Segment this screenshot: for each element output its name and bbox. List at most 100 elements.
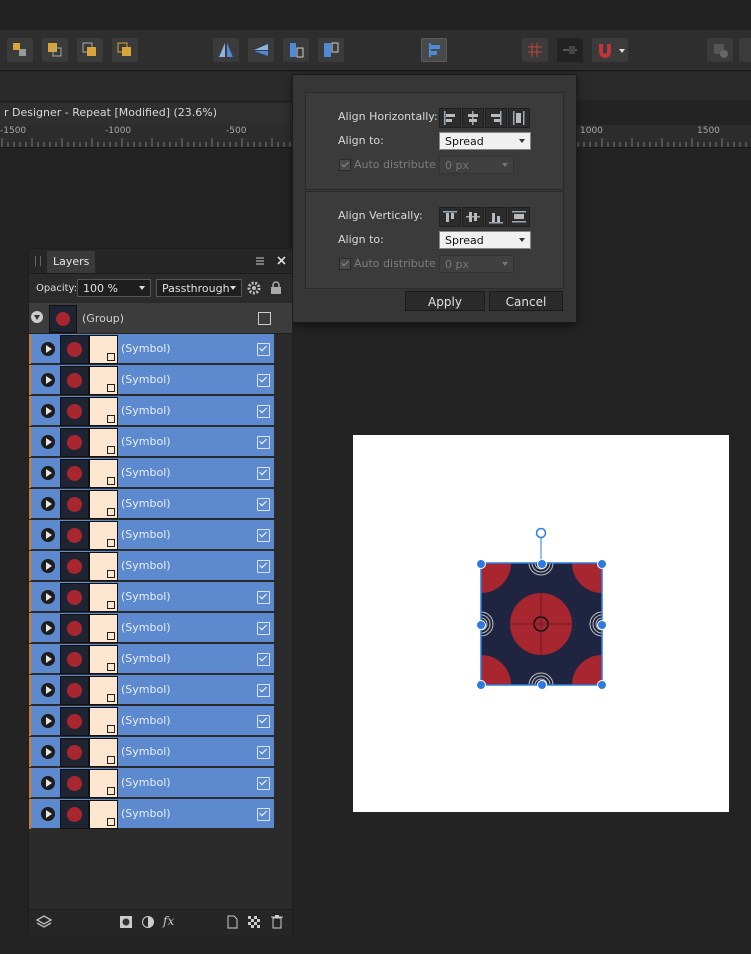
layer-row[interactable]: (Symbol) <box>29 334 274 364</box>
spacing-horizontal-select[interactable]: 0 px <box>439 156 514 174</box>
layer-row[interactable]: (Symbol) <box>29 489 274 519</box>
arrange-backward-icon[interactable] <box>42 38 68 62</box>
visibility-checkbox[interactable] <box>257 746 270 759</box>
expand-icon[interactable] <box>41 621 55 635</box>
spacing-vertical-select[interactable]: 0 px <box>439 255 514 273</box>
distribute-vertical-icon[interactable] <box>508 207 530 227</box>
arrange-forward-icon[interactable] <box>77 38 103 62</box>
visibility-checkbox[interactable] <box>257 622 270 635</box>
gear-icon[interactable] <box>247 281 261 295</box>
resize-handle[interactable] <box>476 680 486 690</box>
align-bottom-icon[interactable] <box>485 207 507 227</box>
visibility-checkbox[interactable] <box>257 436 270 449</box>
fx-icon[interactable]: fx <box>163 914 174 928</box>
visibility-checkbox[interactable] <box>257 777 270 790</box>
expand-icon[interactable] <box>41 373 55 387</box>
adjustment-icon[interactable] <box>141 915 155 929</box>
add-document-icon[interactable] <box>707 38 733 62</box>
align-center-icon[interactable] <box>462 108 484 128</box>
snapping-magnet-icon[interactable] <box>592 38 628 62</box>
snapping-grid-icon[interactable] <box>522 38 548 62</box>
resize-handle[interactable] <box>476 620 486 630</box>
layer-row[interactable]: (Symbol) <box>29 551 274 581</box>
visibility-checkbox[interactable] <box>257 498 270 511</box>
collapse-icon[interactable] <box>31 311 43 323</box>
visibility-checkbox[interactable] <box>257 374 270 387</box>
resize-handle[interactable] <box>476 559 486 569</box>
layer-row[interactable]: (Symbol) <box>29 644 274 674</box>
rotate-left-icon[interactable] <box>283 38 309 62</box>
expand-icon[interactable] <box>41 559 55 573</box>
expand-icon[interactable] <box>41 745 55 759</box>
align-to-vertical-select[interactable]: Spread <box>439 231 531 249</box>
tab-layers[interactable]: Layers <box>47 251 96 273</box>
distribute-horizontal-icon[interactable] <box>508 108 530 128</box>
visibility-checkbox[interactable] <box>257 343 270 356</box>
layer-row[interactable]: (Symbol) <box>29 520 274 550</box>
mask-icon[interactable] <box>119 915 133 929</box>
opacity-select[interactable]: 100 % <box>77 279 151 297</box>
auto-distribute-checkbox[interactable] <box>339 159 351 171</box>
delete-icon[interactable] <box>270 914 284 929</box>
rotate-right-icon[interactable] <box>318 38 344 62</box>
resize-handle[interactable] <box>597 620 607 630</box>
auto-distribute-checkbox[interactable] <box>339 258 351 270</box>
visibility-checkbox[interactable] <box>257 529 270 542</box>
visibility-checkbox[interactable] <box>258 312 271 325</box>
expand-icon[interactable] <box>41 652 55 666</box>
align-to-horizontal-select[interactable]: Spread <box>439 132 531 150</box>
flip-vertical-icon[interactable] <box>248 38 274 62</box>
more-icon[interactable] <box>739 38 751 62</box>
panel-menu-icon[interactable] <box>255 255 267 267</box>
layers-stack-icon[interactable] <box>35 914 53 930</box>
apply-button[interactable]: Apply <box>405 291 485 311</box>
resize-handle[interactable] <box>537 559 547 569</box>
flip-horizontal-icon[interactable] <box>213 38 239 62</box>
visibility-checkbox[interactable] <box>257 405 270 418</box>
expand-icon[interactable] <box>41 528 55 542</box>
layer-row[interactable]: (Symbol) <box>29 458 274 488</box>
layer-row[interactable]: (Symbol) <box>29 768 274 798</box>
expand-icon[interactable] <box>41 342 55 356</box>
align-left-icon[interactable] <box>439 108 461 128</box>
cancel-button[interactable]: Cancel <box>489 291 563 311</box>
layer-row[interactable]: (Symbol) <box>29 706 274 736</box>
expand-icon[interactable] <box>41 404 55 418</box>
layer-group-row[interactable]: (Group) <box>29 303 292 334</box>
expand-icon[interactable] <box>41 714 55 728</box>
visibility-checkbox[interactable] <box>257 684 270 697</box>
visibility-checkbox[interactable] <box>257 591 270 604</box>
snapping-mode-icon[interactable] <box>557 38 583 62</box>
arrange-back-icon[interactable] <box>7 38 33 62</box>
layer-row[interactable]: (Symbol) <box>29 396 274 426</box>
lock-icon[interactable] <box>270 281 282 295</box>
layer-row[interactable]: (Symbol) <box>29 582 274 612</box>
resize-handle[interactable] <box>597 680 607 690</box>
visibility-checkbox[interactable] <box>257 467 270 480</box>
resize-handle[interactable] <box>597 559 607 569</box>
close-icon[interactable] <box>276 255 288 267</box>
layer-row[interactable]: (Symbol) <box>29 675 274 705</box>
expand-icon[interactable] <box>41 776 55 790</box>
pixel-layer-icon[interactable] <box>247 915 261 929</box>
visibility-checkbox[interactable] <box>257 808 270 821</box>
drag-handle-icon[interactable] <box>35 256 41 266</box>
visibility-checkbox[interactable] <box>257 653 270 666</box>
align-icon[interactable] <box>421 38 447 62</box>
layer-row[interactable]: (Symbol) <box>29 613 274 643</box>
expand-icon[interactable] <box>41 807 55 821</box>
expand-icon[interactable] <box>41 497 55 511</box>
layer-row[interactable]: (Symbol) <box>29 799 274 829</box>
layer-row[interactable]: (Symbol) <box>29 365 274 395</box>
layer-row[interactable]: (Symbol) <box>29 737 274 767</box>
expand-icon[interactable] <box>41 683 55 697</box>
resize-handle[interactable] <box>537 680 547 690</box>
layer-row[interactable]: (Symbol) <box>29 427 274 457</box>
expand-icon[interactable] <box>41 590 55 604</box>
expand-icon[interactable] <box>41 435 55 449</box>
align-top-icon[interactable] <box>439 207 461 227</box>
new-layer-icon[interactable] <box>225 915 239 929</box>
align-middle-icon[interactable] <box>462 207 484 227</box>
visibility-checkbox[interactable] <box>257 715 270 728</box>
visibility-checkbox[interactable] <box>257 560 270 573</box>
